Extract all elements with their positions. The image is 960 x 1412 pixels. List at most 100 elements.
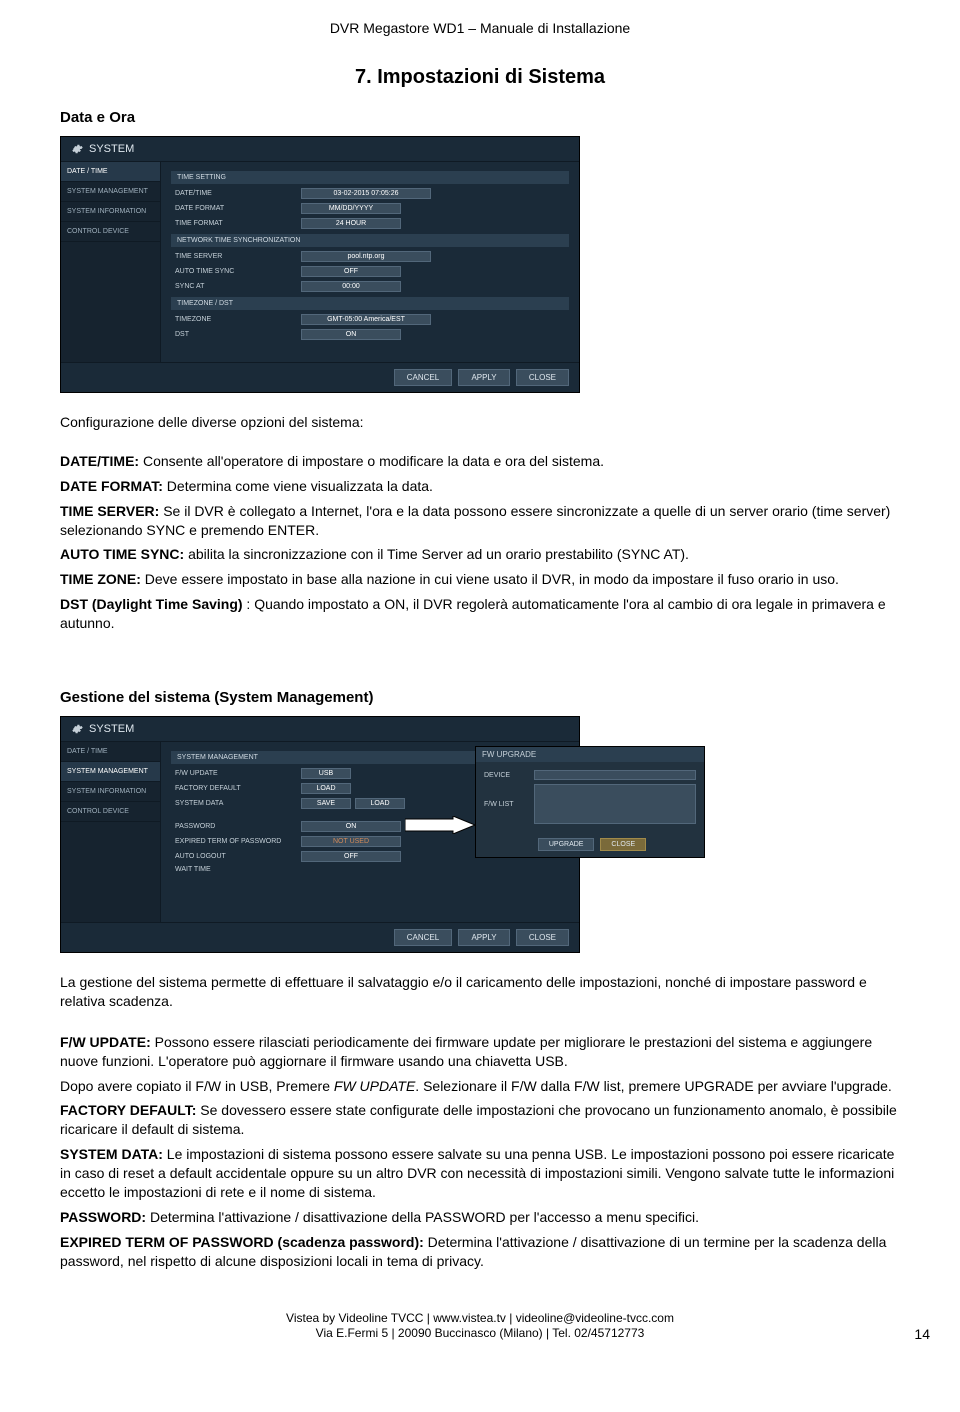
para-autosync: AUTO TIME SYNC: abilita la sincronizzazi… <box>60 545 900 564</box>
dvr-window: SYSTEM DATE / TIME SYSTEM MANAGEMENT SYS… <box>60 136 580 393</box>
field-syncat[interactable]: 00:00 <box>301 281 401 292</box>
label-autosync: AUTO TIME SYNC <box>171 268 301 275</box>
text-fwupdate: Possono essere rilasciati periodicamente… <box>60 1034 872 1069</box>
row-datetime: DATE/TIME03-02-2015 07:05:26 <box>171 186 569 201</box>
footer-line-2: Via E.Fermi 5 | 20090 Buccinasco (Milano… <box>60 1326 900 1342</box>
sidebar-item-sysinfo[interactable]: SYSTEM INFORMATION <box>61 782 160 802</box>
field-autosync[interactable]: OFF <box>301 266 401 277</box>
row-timezone: TIMEZONEGMT-05:00 America/EST <box>171 312 569 327</box>
field-datetime[interactable]: 03-02-2015 07:05:26 <box>301 188 431 199</box>
para-password: PASSWORD: Determina l'attivazione / disa… <box>60 1208 900 1227</box>
bold-fwupdate: F/W UPDATE: <box>60 1034 151 1050</box>
label-autologout: AUTO LOGOUT <box>171 853 301 860</box>
field-dateformat[interactable]: MM/DD/YYYY <box>301 203 401 214</box>
label-waittime: WAIT TIME <box>171 866 301 873</box>
para-timeserver: TIME SERVER: Se il DVR è collegato a Int… <box>60 502 900 540</box>
row-timeserver: TIME SERVERpool.ntp.org <box>171 249 569 264</box>
dvr-footer-2: CANCEL APPLY CLOSE <box>61 922 579 952</box>
para-fwupdate: F/W UPDATE: Possono essere rilasciati pe… <box>60 1033 900 1071</box>
row-dateformat: DATE FORMATMM/DD/YYYY <box>171 201 569 216</box>
figure-date-time: SYSTEM DATE / TIME SYSTEM MANAGEMENT SYS… <box>60 136 900 393</box>
sidebar-item-datetime[interactable]: DATE / TIME <box>61 742 160 762</box>
label-dst: DST <box>171 331 301 338</box>
close-button[interactable]: CLOSE <box>516 369 569 386</box>
sidebar-item-sysmgmt[interactable]: SYSTEM MANAGEMENT <box>61 762 160 782</box>
dvr-sidebar-2: DATE / TIME SYSTEM MANAGEMENT SYSTEM INF… <box>61 742 161 922</box>
cancel-button[interactable]: CANCEL <box>394 929 452 946</box>
sidebar-item-sysinfo[interactable]: SYSTEM INFORMATION <box>61 202 160 222</box>
fw-upgrade-popup: FW UPGRADE DEVICE F/W LIST UPGRADE CLOSE <box>475 746 705 858</box>
label-timezone: TIMEZONE <box>171 316 301 323</box>
popup-field-device[interactable] <box>534 770 696 780</box>
page-number: 14 <box>914 1326 930 1342</box>
dvr-main: TIME SETTING DATE/TIME03-02-2015 07:05:2… <box>161 162 579 362</box>
page-footer: Vistea by Videoline TVCC | www.vistea.tv… <box>60 1311 900 1342</box>
label-factorydefault: FACTORY DEFAULT <box>171 785 301 792</box>
close-button[interactable]: CLOSE <box>516 929 569 946</box>
text-fwupdate-a: Dopo avere copiato il F/W in USB, Premer… <box>60 1078 334 1094</box>
popup-label-device: DEVICE <box>484 772 534 779</box>
dvr-footer: CANCEL APPLY CLOSE <box>61 362 579 392</box>
popup-field-fwlist[interactable] <box>534 784 696 824</box>
para-expired: EXPIRED TERM OF PASSWORD (scadenza passw… <box>60 1233 900 1271</box>
field-timezone[interactable]: GMT-05:00 America/EST <box>301 314 431 325</box>
bold-datetime: DATE/TIME: <box>60 453 139 469</box>
sidebar-item-ctrldev[interactable]: CONTROL DEVICE <box>61 802 160 822</box>
field-dst[interactable]: ON <box>301 329 401 340</box>
field-expired[interactable]: NOT USED <box>301 836 401 847</box>
gear-icon <box>71 723 83 735</box>
sidebar-item-sysmgmt[interactable]: SYSTEM MANAGEMENT <box>61 182 160 202</box>
para-fwupdate-cont: Dopo avere copiato il F/W in USB, Premer… <box>60 1077 900 1096</box>
sidebar-item-datetime[interactable]: DATE / TIME <box>61 162 160 182</box>
field-timeserver[interactable]: pool.ntp.org <box>301 251 431 262</box>
row-timeformat: TIME FORMAT24 HOUR <box>171 216 569 231</box>
text-autosync: abilita la sincronizzazione con il Time … <box>184 546 689 562</box>
dvr-titlebar: SYSTEM <box>61 137 579 162</box>
bold-factorydefault: FACTORY DEFAULT: <box>60 1102 196 1118</box>
text-systemdata: Le impostazioni di sistema possono esser… <box>60 1146 894 1200</box>
row-autosync: AUTO TIME SYNCOFF <box>171 264 569 279</box>
field-systemdata-save[interactable]: SAVE <box>301 798 351 809</box>
section-tz: TIMEZONE / DST <box>171 297 569 310</box>
para-dst: DST (Daylight Time Saving) : Quando impo… <box>60 595 900 633</box>
row-syncat: SYNC AT00:00 <box>171 279 569 294</box>
subsection-system-management: Gestione del sistema (System Management) <box>60 689 900 706</box>
cancel-button[interactable]: CANCEL <box>394 369 452 386</box>
label-fwupdate: F/W UPDATE <box>171 770 301 777</box>
field-timeformat[interactable]: 24 HOUR <box>301 218 401 229</box>
section-title: 7. Impostazioni di Sistema <box>60 66 900 89</box>
field-factorydefault[interactable]: LOAD <box>301 783 351 794</box>
field-password[interactable]: ON <box>301 821 401 832</box>
para-dateformat: DATE FORMAT: Determina come viene visual… <box>60 477 900 496</box>
popup-close-button[interactable]: CLOSE <box>600 838 646 851</box>
bold-dst: DST (Daylight Time Saving) <box>60 596 243 612</box>
label-datetime: DATE/TIME <box>171 190 301 197</box>
dvr-title: SYSTEM <box>89 143 134 155</box>
text-fwupdate-b: . Selezionare il F/W dalla F/W list, pre… <box>415 1078 892 1094</box>
bold-timeserver: TIME SERVER: <box>60 503 159 519</box>
field-systemdata-load[interactable]: LOAD <box>355 798 405 809</box>
label-timeformat: TIME FORMAT <box>171 220 301 227</box>
section-nts: NETWORK TIME SYNCHRONIZATION <box>171 234 569 247</box>
popup-title: FW UPGRADE <box>476 747 704 762</box>
footer-line-1: Vistea by Videoline TVCC | www.vistea.tv… <box>60 1311 900 1327</box>
row-dst: DSTON <box>171 327 569 342</box>
label-timeserver: TIME SERVER <box>171 253 301 260</box>
label-password: PASSWORD <box>171 823 301 830</box>
row-waittime: WAIT TIME <box>171 864 569 875</box>
label-systemdata: SYSTEM DATA <box>171 800 301 807</box>
label-dateformat: DATE FORMAT <box>171 205 301 212</box>
label-syncat: SYNC AT <box>171 283 301 290</box>
apply-button[interactable]: APPLY <box>458 929 509 946</box>
popup-row-fwlist: F/W LIST <box>484 782 696 826</box>
bold-systemdata: SYSTEM DATA: <box>60 1146 163 1162</box>
field-autologout[interactable]: OFF <box>301 851 401 862</box>
field-fwupdate[interactable]: USB <box>301 768 351 779</box>
gear-icon <box>71 143 83 155</box>
italic-fwupdate: FW UPDATE <box>334 1078 415 1094</box>
apply-button[interactable]: APPLY <box>458 369 509 386</box>
para-datetime: DATE/TIME: Consente all'operatore di imp… <box>60 452 900 471</box>
sidebar-item-ctrldev[interactable]: CONTROL DEVICE <box>61 222 160 242</box>
upgrade-button[interactable]: UPGRADE <box>538 838 595 851</box>
bold-expired: EXPIRED TERM OF PASSWORD (scadenza passw… <box>60 1234 424 1250</box>
